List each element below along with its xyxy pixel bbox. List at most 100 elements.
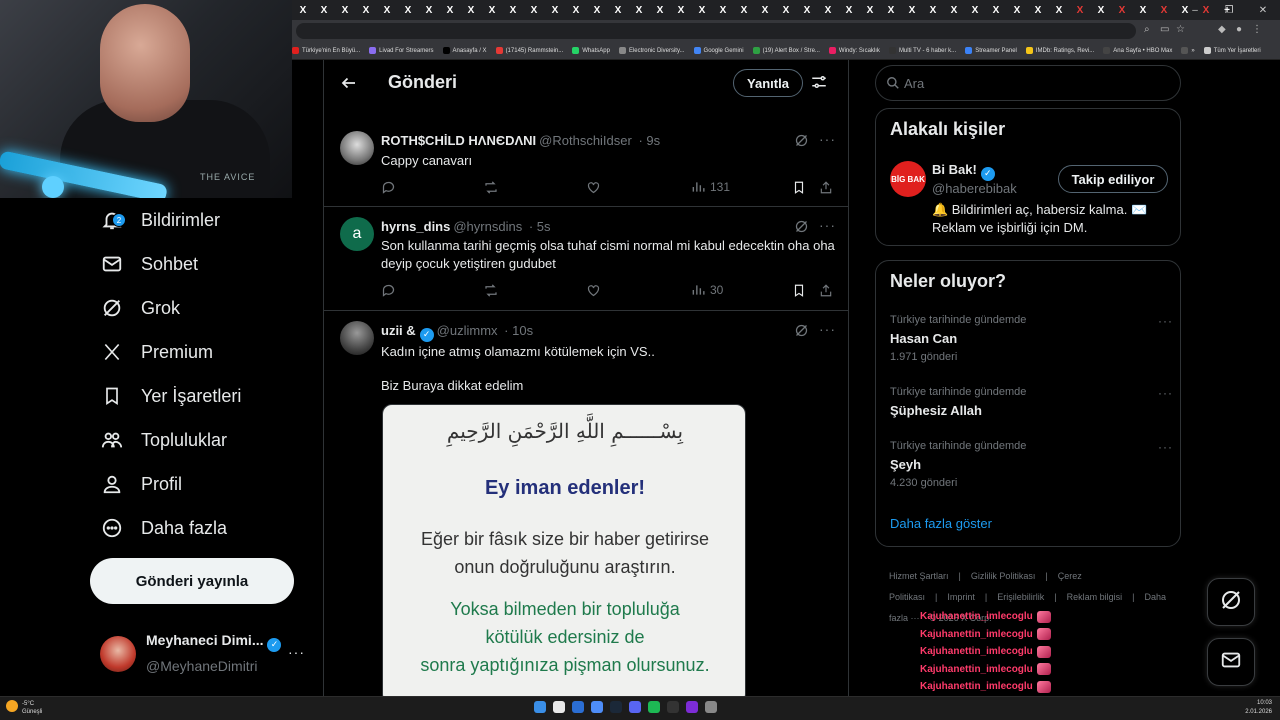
browser-tab[interactable]: X <box>692 2 712 18</box>
post-time[interactable]: · 9s <box>638 133 660 148</box>
app-icon[interactable] <box>591 701 603 713</box>
grok-icon[interactable] <box>794 133 809 153</box>
browser-menu-icon[interactable]: ⋮ <box>1252 24 1262 35</box>
start-icon[interactable] <box>534 701 546 713</box>
app-icon[interactable] <box>572 701 584 713</box>
browser-tab[interactable]: X <box>356 2 376 18</box>
discord-icon[interactable] <box>629 701 641 713</box>
nav-premium[interactable]: Premium <box>100 330 213 374</box>
browser-tab[interactable]: X <box>377 2 397 18</box>
more-icon[interactable]: ··· <box>819 321 836 337</box>
browser-tab[interactable]: X <box>335 2 355 18</box>
more-icon[interactable]: ··· <box>1158 314 1173 328</box>
views-stat[interactable]: 30 <box>691 283 723 297</box>
browser-tab[interactable]: X <box>923 2 943 18</box>
bookmark-item[interactable]: Multi TV - 6 haber k... <box>888 47 956 54</box>
chrome-icon[interactable] <box>553 701 565 713</box>
browser-tab[interactable]: X <box>755 2 775 18</box>
bookmark-item[interactable]: (17145) Rammstein... <box>495 47 563 54</box>
share-icon[interactable] <box>819 283 833 298</box>
trend-item[interactable]: Türkiye tarihinde gündemde Şeyh 4.230 gö… <box>890 440 1173 489</box>
app-icon[interactable] <box>686 701 698 713</box>
repost-icon[interactable] <box>483 180 499 195</box>
browser-tab[interactable]: X <box>398 2 418 18</box>
browser-tab[interactable]: X <box>587 2 607 18</box>
show-more-link[interactable]: Daha fazla göster <box>890 516 992 531</box>
browser-tab[interactable]: X <box>965 2 985 18</box>
more-icon[interactable]: ··· <box>1158 386 1173 400</box>
bookmark-icon[interactable] <box>792 283 806 298</box>
browser-tab[interactable]: X <box>671 2 691 18</box>
post-time[interactable]: · 10s <box>504 323 533 338</box>
browser-tab[interactable]: X <box>734 2 754 18</box>
bookmark-item[interactable]: IMDb: Ratings, Revi... <box>1025 47 1094 54</box>
bookmark-item[interactable]: Livad For Streamers <box>369 47 434 54</box>
browser-tab[interactable]: X <box>902 2 922 18</box>
browser-tab[interactable]: X <box>629 2 649 18</box>
author-handle[interactable]: @RothschiIdser <box>539 133 632 148</box>
footer-link[interactable]: Erişilebilirlik <box>997 592 1044 602</box>
maximize-button[interactable]: ❐ <box>1212 0 1246 20</box>
bookmark-item[interactable]: Electronic Diversity... <box>618 47 685 54</box>
browser-tab[interactable]: X <box>713 2 733 18</box>
sliders-icon[interactable] <box>810 73 828 96</box>
browser-tab[interactable]: X <box>650 2 670 18</box>
bookmark-item[interactable]: » <box>1181 47 1195 54</box>
browser-tab[interactable]: X <box>986 2 1006 18</box>
browser-tab[interactable]: X <box>482 2 502 18</box>
search-input[interactable] <box>904 74 1164 92</box>
nav-grok[interactable]: Grok <box>100 286 180 330</box>
browser-tab[interactable]: X <box>608 2 628 18</box>
browser-tab[interactable]: X <box>776 2 796 18</box>
browser-tab[interactable]: X <box>797 2 817 18</box>
messages-fab-button[interactable] <box>1207 638 1255 686</box>
more-icon[interactable]: ··· <box>288 644 305 660</box>
following-button[interactable]: Takip ediliyor <box>1058 165 1168 193</box>
address-bar[interactable] <box>296 23 1136 39</box>
bookmark-icon[interactable] <box>792 180 806 195</box>
grok-fab-button[interactable] <box>1207 578 1255 626</box>
reply-button[interactable]: Yanıtla <box>733 69 803 97</box>
browser-tab[interactable]: X <box>881 2 901 18</box>
zoom-icon[interactable]: ⌕ <box>1144 24 1150 35</box>
browser-tab[interactable]: X <box>440 2 460 18</box>
nav-more[interactable]: Daha fazla <box>100 506 227 550</box>
browser-tab[interactable]: X <box>1112 2 1132 18</box>
browser-tab[interactable]: X <box>461 2 481 18</box>
reply-icon[interactable] <box>381 180 396 195</box>
bookmark-item[interactable]: Google Gemini <box>693 47 744 54</box>
browser-tab[interactable]: X <box>1154 2 1174 18</box>
related-name[interactable]: Bi Bak! ✓ <box>932 162 995 181</box>
bookmark-item[interactable]: Anasayfa / X <box>442 47 487 54</box>
browser-tab[interactable]: X <box>1070 2 1090 18</box>
footer-link[interactable]: Gizlilik Politikası <box>971 571 1036 581</box>
nav-chat[interactable]: Sohbet <box>100 242 198 286</box>
minimize-button[interactable]: – <box>1178 0 1212 20</box>
bookmark-item[interactable]: Ana Sayfa • HBO Max <box>1103 47 1172 54</box>
post-time[interactable]: · 5s <box>529 219 551 234</box>
browser-tab[interactable]: X <box>524 2 544 18</box>
search-box[interactable] <box>875 65 1181 101</box>
browser-tab[interactable]: X <box>839 2 859 18</box>
footer-link[interactable]: Imprint <box>947 592 975 602</box>
weather-widget[interactable]: -5°C Güneşli <box>6 700 42 716</box>
browser-tab[interactable]: X <box>566 2 586 18</box>
account-switcher[interactable]: Meyhaneci Dimi... ✓ @MeyhaneDimitri ··· <box>100 630 320 680</box>
repost-icon[interactable] <box>483 283 499 298</box>
browser-tab[interactable]: X <box>419 2 439 18</box>
author-name[interactable]: uzii & <box>381 323 416 338</box>
bookmark-item[interactable]: Tüm Yer İşaretleri <box>1203 47 1261 54</box>
system-clock[interactable]: 10:03 2.01.2026 <box>1245 699 1272 717</box>
post-image[interactable]: بِسْــــــمِ اللَّهِ الرَّحْمَنِ الرَّحِ… <box>382 404 746 696</box>
more-icon[interactable]: ··· <box>819 131 836 147</box>
trend-item[interactable]: Türkiye tarihinde gündemde Şüphesiz Alla… <box>890 386 1173 423</box>
footer-link[interactable]: Hizmet Şartları <box>889 571 949 581</box>
like-icon[interactable] <box>586 283 601 298</box>
browser-tab[interactable]: X <box>314 2 334 18</box>
browser-tab[interactable]: X <box>818 2 838 18</box>
browser-tab[interactable]: X <box>1007 2 1027 18</box>
footer-link[interactable]: Reklam bilgisi <box>1067 592 1123 602</box>
more-icon[interactable]: ··· <box>1158 440 1173 454</box>
reply-post[interactable]: ROTH$CHİLD HΛNЄDΛNI @RothschiIdser · 9s ·… <box>324 121 848 207</box>
back-arrow-icon[interactable] <box>338 72 360 94</box>
